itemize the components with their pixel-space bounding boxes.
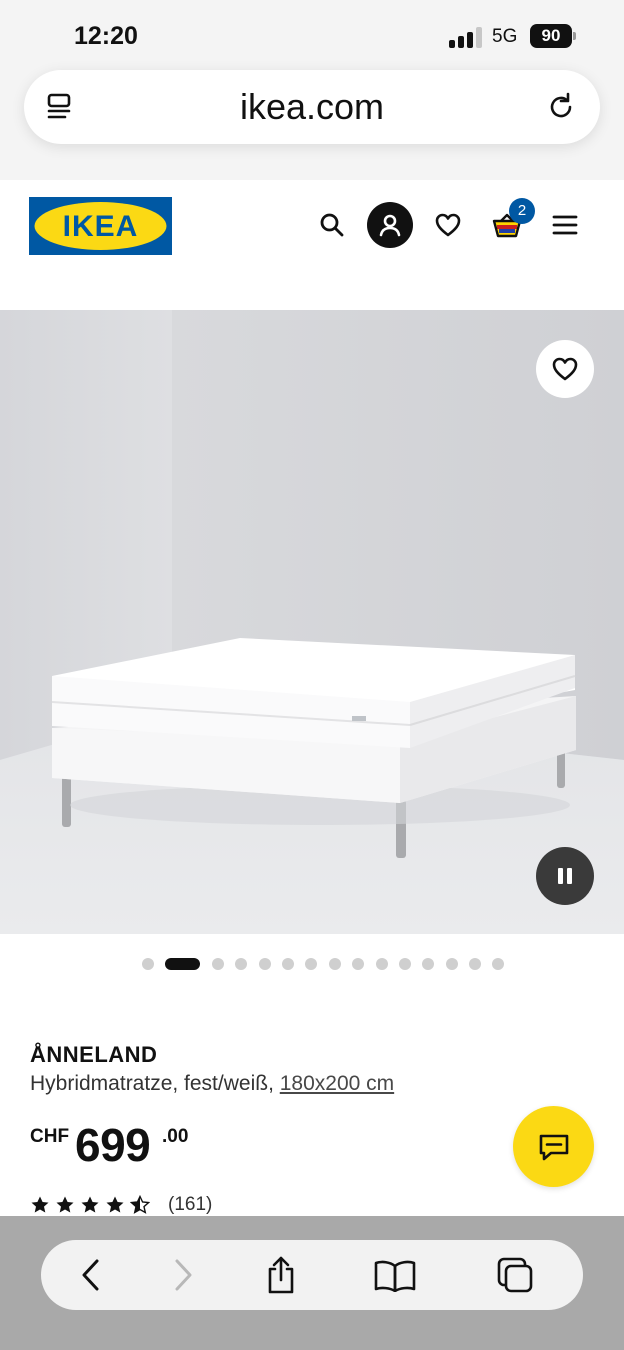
carousel-dot[interactable] bbox=[281, 958, 294, 970]
browser-toolbar bbox=[0, 1216, 624, 1350]
toolbar-pill bbox=[41, 1240, 583, 1310]
search-icon[interactable] bbox=[309, 202, 355, 248]
address-bar[interactable]: ikea.com bbox=[24, 70, 600, 144]
carousel-dot[interactable] bbox=[398, 958, 411, 970]
ikea-logo[interactable]: IKEA bbox=[29, 197, 172, 255]
carousel-dot[interactable] bbox=[375, 958, 388, 970]
account-icon[interactable] bbox=[367, 202, 413, 248]
product-description: Hybridmatratze, fest/weiß, 180x200 cm bbox=[30, 1072, 394, 1096]
product-image[interactable] bbox=[0, 310, 624, 934]
carousel-dot[interactable] bbox=[469, 958, 482, 970]
battery-icon: 90 bbox=[530, 24, 572, 48]
signal-strength-icon bbox=[449, 26, 483, 48]
price-currency: CHF bbox=[30, 1126, 70, 1147]
carousel-dot[interactable] bbox=[235, 958, 248, 970]
star-icon bbox=[56, 1196, 74, 1213]
book-icon[interactable] bbox=[373, 1253, 417, 1297]
star-icon bbox=[31, 1196, 49, 1213]
carousel-dot[interactable] bbox=[258, 958, 271, 970]
price-decimals: .00 bbox=[162, 1126, 189, 1147]
product-size-link[interactable]: 180x200 cm bbox=[280, 1072, 394, 1095]
browser-chrome: ikea.com bbox=[0, 70, 624, 180]
share-icon[interactable] bbox=[259, 1253, 303, 1297]
reload-icon[interactable] bbox=[544, 90, 578, 124]
heart-icon[interactable] bbox=[425, 202, 471, 248]
carousel-dot[interactable] bbox=[422, 958, 435, 970]
carousel-dot[interactable] bbox=[445, 958, 458, 970]
rating-stars bbox=[30, 1195, 150, 1215]
carousel-dot[interactable] bbox=[211, 958, 224, 970]
star-icon bbox=[106, 1196, 124, 1213]
cart-count-badge: 2 bbox=[509, 198, 535, 224]
forward-chevron-icon[interactable] bbox=[161, 1253, 205, 1297]
carousel-dot-active[interactable] bbox=[165, 958, 201, 970]
back-chevron-icon[interactable] bbox=[69, 1253, 113, 1297]
chat-icon bbox=[539, 1134, 568, 1160]
carousel-dot[interactable] bbox=[492, 958, 505, 970]
url-text[interactable]: ikea.com bbox=[24, 86, 600, 128]
carousel-indicator[interactable] bbox=[142, 957, 505, 971]
svg-text:IKEA: IKEA bbox=[63, 210, 139, 243]
battery-tip bbox=[573, 32, 576, 40]
star-icon bbox=[130, 1195, 150, 1214]
carousel-dot[interactable] bbox=[328, 958, 341, 970]
status-bar: 12:20 5G 90 bbox=[0, 0, 624, 70]
carousel-dot[interactable] bbox=[142, 958, 154, 970]
pause-icon bbox=[558, 868, 572, 884]
product-name[interactable]: ÅNNELAND bbox=[30, 1042, 157, 1068]
product-rating[interactable]: (161) bbox=[30, 1193, 212, 1217]
carousel-dot[interactable] bbox=[352, 958, 365, 970]
tabs-icon[interactable] bbox=[493, 1253, 537, 1297]
review-count[interactable]: (161) bbox=[168, 1194, 212, 1216]
star-icon bbox=[81, 1196, 99, 1213]
carousel-dot[interactable] bbox=[305, 958, 318, 970]
hamburger-menu-icon[interactable] bbox=[542, 202, 588, 248]
site-header: IKEA bbox=[0, 180, 624, 310]
heart-icon bbox=[552, 357, 578, 381]
chat-button[interactable] bbox=[513, 1106, 594, 1187]
add-to-wishlist-button[interactable] bbox=[536, 340, 594, 398]
price-integer: 699 bbox=[75, 1119, 151, 1171]
pause-slideshow-button[interactable] bbox=[536, 847, 594, 905]
network-type: 5G bbox=[492, 26, 518, 47]
product-type: Hybridmatratze, fest/weiß, bbox=[30, 1072, 274, 1095]
status-time: 12:20 bbox=[74, 22, 138, 50]
